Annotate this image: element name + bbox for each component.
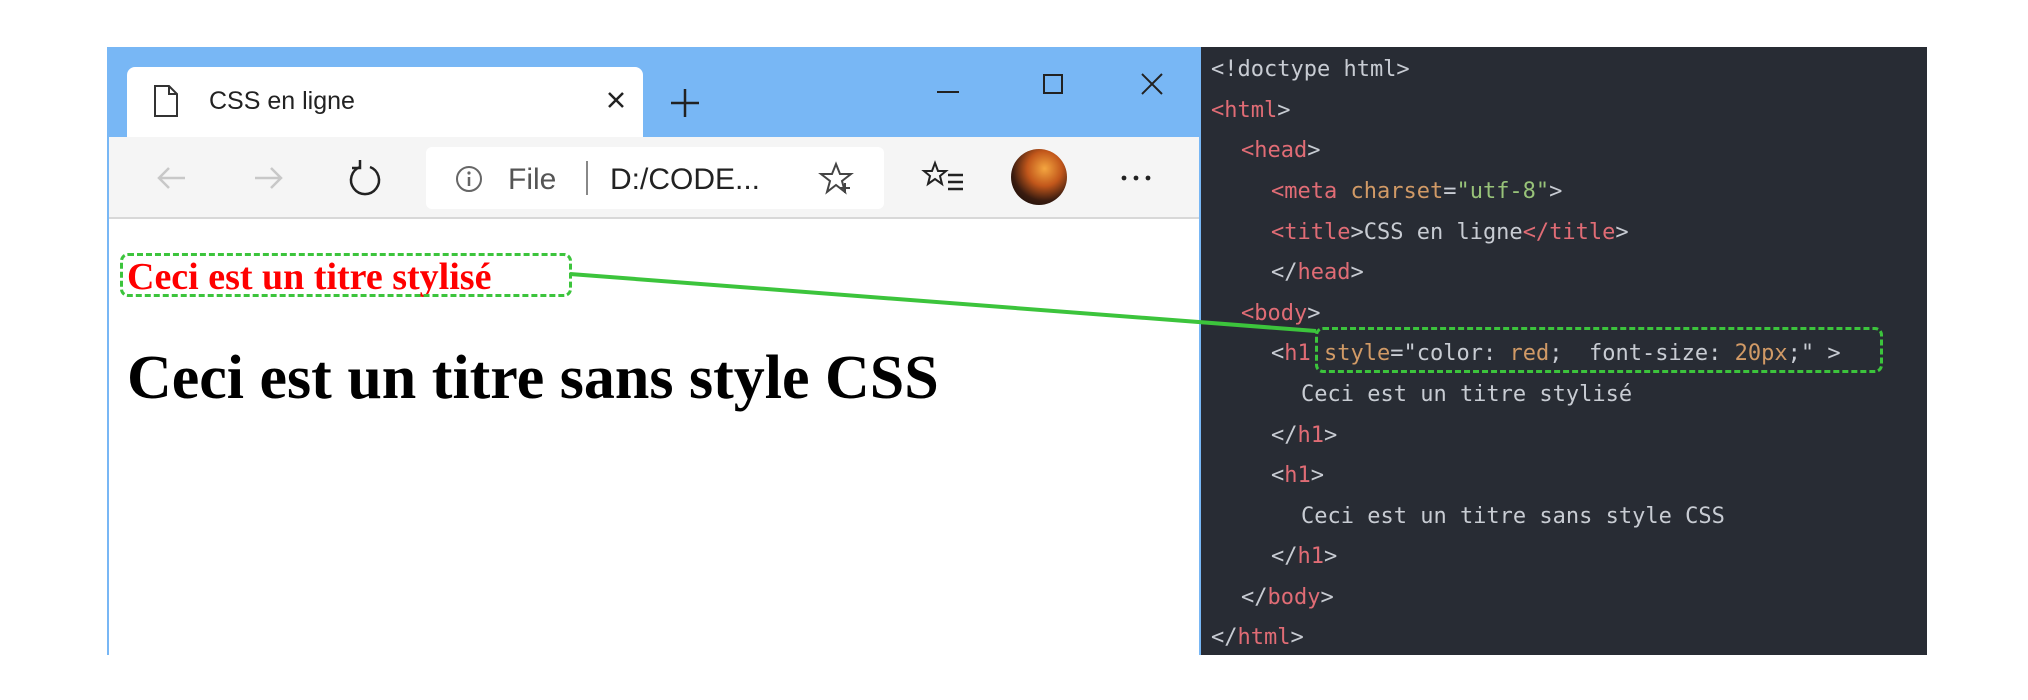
code-line-meta: <meta charset="utf-8"> <box>1271 179 1563 204</box>
h1-close-tag: h1 <box>1297 544 1325 569</box>
code-line-head-open: <head> <box>1241 138 1321 163</box>
code-line-body-close: </body> <box>1241 585 1334 610</box>
back-icon[interactable] <box>149 155 195 201</box>
style-attribute-highlight <box>1315 327 1883 373</box>
h1-text-plain: Ceci est un titre sans style CSS <box>1301 504 1725 529</box>
code-line-h1-close-1: </h1> <box>1271 423 1338 448</box>
minimize-icon[interactable] <box>931 75 965 109</box>
address-bar[interactable]: File D:/CODE... <box>426 147 884 209</box>
address-divider <box>586 161 588 195</box>
code-line-h1-text-1: Ceci est un titre stylisé <box>1301 382 1632 407</box>
title-text: CSS en ligne <box>1363 220 1523 245</box>
address-url[interactable]: D:/CODE... <box>610 163 760 197</box>
code-line-h1-close-2: </h1> <box>1271 544 1338 569</box>
close-icon[interactable] <box>601 85 631 115</box>
code-line-html-close: </html> <box>1211 625 1304 650</box>
title-bar: CSS en ligne <box>109 49 1199 137</box>
tab-title: CSS en ligne <box>209 87 355 115</box>
avatar[interactable] <box>1011 149 1067 205</box>
head-close-tag: head <box>1297 260 1351 285</box>
html-close-tag: html <box>1237 625 1291 650</box>
forward-icon[interactable] <box>245 155 291 201</box>
meta-tag: meta <box>1284 179 1338 204</box>
code-line-h1-text-2: Ceci est un titre sans style CSS <box>1301 504 1725 529</box>
body-tag: body <box>1254 301 1308 326</box>
code-line-doctype: <!doctype html> <box>1211 57 1410 82</box>
browser-window: CSS en ligne File D:/CODE... Ceci est un… <box>107 47 1201 655</box>
maximize-icon[interactable] <box>1036 67 1070 101</box>
more-icon[interactable] <box>1113 155 1159 201</box>
h1-text-styled: Ceci est un titre stylisé <box>1301 382 1633 407</box>
code-line-html-open: <html> <box>1211 98 1291 123</box>
code-line-title: <title>CSS en ligne</title> <box>1271 220 1629 245</box>
meta-value: "utf-8" <box>1456 179 1550 204</box>
code-line-body-open: <body> <box>1241 301 1321 326</box>
doctype-text: <!doctype html> <box>1211 57 1410 82</box>
title-open-tag: title <box>1284 220 1351 245</box>
code-panel: <!doctype html> <html> <head> <meta char… <box>1201 47 1927 655</box>
code-line-head-close: </head> <box>1271 260 1364 285</box>
body-close-tag: body <box>1267 585 1321 610</box>
plain-heading: Ceci est un titre sans style CSS <box>127 344 939 412</box>
code-line-h1-plain: <h1> <box>1271 463 1324 488</box>
toolbar: File D:/CODE... <box>109 137 1199 219</box>
h1-tag: h1 <box>1284 341 1311 366</box>
favorite-star-icon[interactable] <box>818 161 854 197</box>
browser-tab[interactable]: CSS en ligne <box>127 67 643 137</box>
info-icon[interactable] <box>454 164 484 194</box>
meta-attr: charset <box>1350 179 1444 204</box>
close-icon[interactable] <box>1135 67 1169 101</box>
refresh-icon[interactable] <box>342 155 388 201</box>
plus-icon[interactable] <box>665 83 705 123</box>
styled-heading-highlight <box>120 253 572 297</box>
h1-close-tag: h1 <box>1297 423 1325 448</box>
head-tag: head <box>1254 138 1308 163</box>
page-icon <box>154 85 178 117</box>
html-tag: html <box>1224 98 1278 123</box>
favorites-list-icon[interactable] <box>921 155 967 201</box>
page-viewport: Ceci est un titre stylisé Ceci est un ti… <box>109 219 1199 655</box>
title-close-tag: title <box>1549 220 1616 245</box>
address-scheme: File <box>508 163 557 196</box>
h1-tag: h1 <box>1284 463 1311 488</box>
